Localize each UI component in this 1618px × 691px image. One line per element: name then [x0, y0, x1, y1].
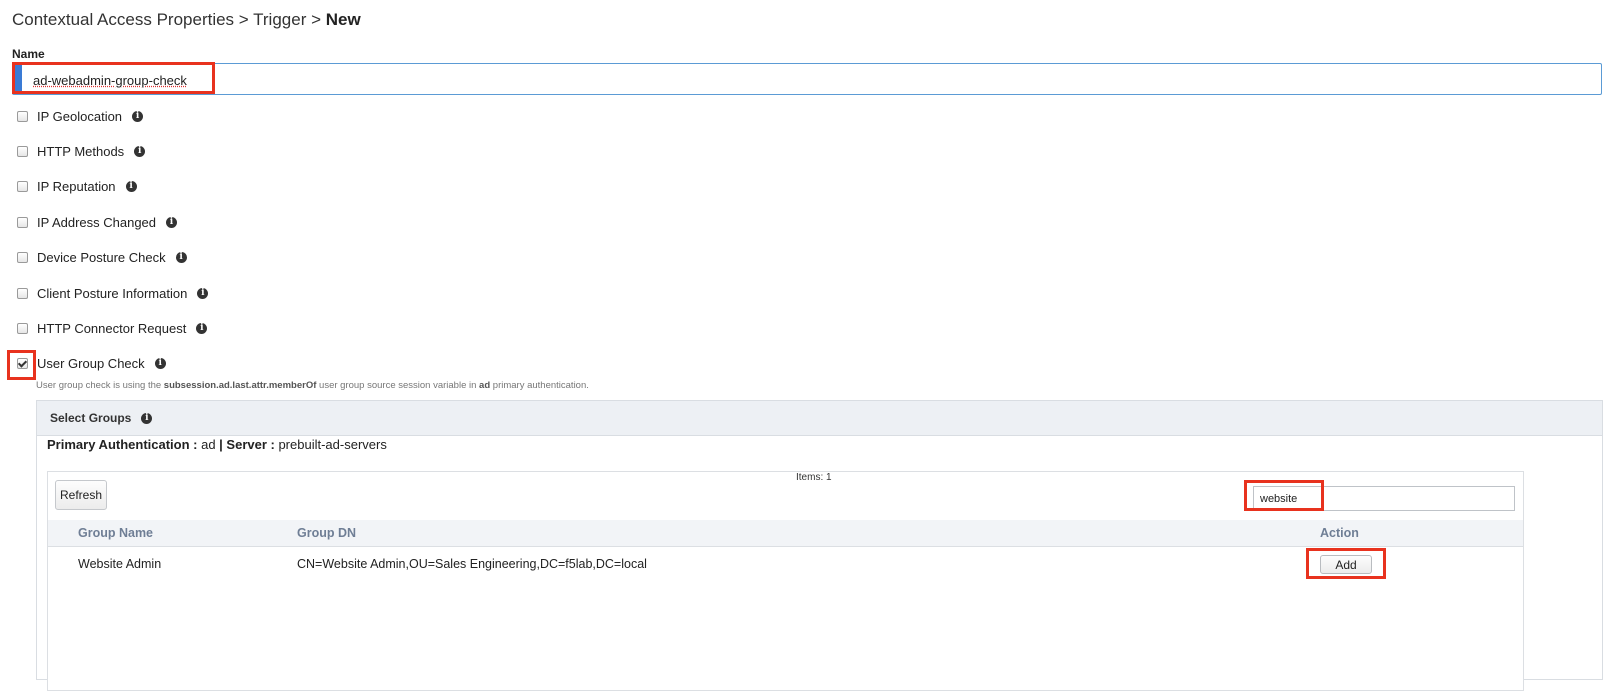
column-header-action: Action — [1320, 526, 1359, 540]
condition-label: HTTP Methods — [37, 143, 125, 159]
table-header: Group Name Group DN Action — [48, 520, 1523, 547]
condition-device-posture-check[interactable]: Device Posture Check i — [17, 247, 187, 267]
refresh-button[interactable]: Refresh — [55, 480, 107, 510]
breadcrumb-item-trigger[interactable]: Trigger — [253, 10, 306, 29]
server-label: | Server : — [219, 437, 275, 452]
condition-label: Device Posture Check — [37, 249, 166, 265]
client-posture-information-checkbox[interactable] — [17, 287, 28, 299]
groups-table: Refresh Items: 1 Group Name Group DN Act… — [47, 471, 1524, 691]
info-icon[interactable]: i — [134, 145, 146, 157]
info-icon[interactable]: i — [132, 110, 144, 122]
hint-auth: ad — [479, 380, 491, 391]
table-row: Website Admin CN=Website Admin,OU=Sales … — [48, 547, 1523, 583]
group-search-input[interactable] — [1253, 486, 1515, 511]
condition-label: HTTP Connector Request — [37, 320, 187, 336]
device-posture-check-checkbox[interactable] — [17, 251, 28, 263]
column-header-group-dn[interactable]: Group DN — [297, 526, 356, 540]
condition-label: IP Geolocation — [37, 108, 123, 124]
auth-label: Primary Authentication : — [47, 437, 198, 452]
hint-variable: subsession.ad.last.attr.memberOf — [163, 380, 317, 391]
name-field-container — [12, 63, 1602, 95]
info-icon[interactable]: i — [166, 216, 178, 228]
breadcrumb: Contextual Access Properties > Trigger >… — [12, 10, 361, 30]
ip-address-changed-checkbox[interactable] — [17, 216, 28, 228]
breadcrumb-item-contextual-access[interactable]: Contextual Access Properties — [12, 10, 234, 29]
http-connector-request-checkbox[interactable] — [17, 322, 28, 334]
info-icon[interactable]: i — [196, 322, 208, 334]
condition-ip-geolocation[interactable]: IP Geolocation i — [17, 106, 144, 126]
primary-auth-line: Primary Authentication : ad | Server : p… — [47, 437, 387, 452]
server-value: prebuilt-ad-servers — [274, 437, 387, 452]
auth-value: ad — [197, 437, 220, 452]
name-field-label: Name — [12, 47, 45, 61]
add-group-button[interactable]: Add — [1320, 555, 1372, 574]
ip-geolocation-checkbox[interactable] — [17, 110, 28, 122]
condition-label: Client Posture Information — [37, 285, 188, 301]
hint-text: primary authentication. — [490, 380, 589, 391]
http-methods-checkbox[interactable] — [17, 145, 28, 157]
info-icon[interactable]: i — [141, 412, 153, 424]
select-groups-header: Select Groups i — [37, 401, 1602, 436]
condition-label: User Group Check — [37, 355, 145, 371]
hint-text: user group source session variable in — [316, 380, 480, 391]
name-input[interactable] — [31, 68, 635, 92]
condition-label: IP Address Changed — [37, 214, 157, 230]
breadcrumb-current: New — [325, 10, 361, 29]
breadcrumb-separator: > — [306, 10, 326, 29]
condition-http-connector-request[interactable]: HTTP Connector Request i — [17, 318, 208, 338]
info-icon[interactable]: i — [175, 251, 187, 263]
items-count: Items: 1 — [796, 472, 832, 483]
hint-text: User group check is using the — [36, 380, 164, 391]
group-dn-cell: CN=Website Admin,OU=Sales Engineering,DC… — [297, 557, 647, 571]
info-icon[interactable]: i — [125, 180, 137, 192]
select-groups-panel: Select Groups i Primary Authentication :… — [36, 400, 1603, 691]
condition-http-methods[interactable]: HTTP Methods i — [17, 141, 146, 161]
input-focus-bar — [13, 64, 22, 94]
condition-ip-reputation[interactable]: IP Reputation i — [17, 176, 137, 196]
ip-reputation-checkbox[interactable] — [17, 180, 28, 192]
select-groups-title: Select Groups — [50, 411, 132, 425]
condition-client-posture-information[interactable]: Client Posture Information i — [17, 283, 209, 303]
group-name-cell: Website Admin — [78, 557, 162, 571]
user-group-check-hint: User group check is using the subsession… — [36, 380, 589, 391]
condition-user-group-check[interactable]: User Group Check i — [17, 353, 166, 373]
info-icon[interactable]: i — [154, 357, 166, 369]
breadcrumb-separator: > — [234, 10, 254, 29]
condition-ip-address-changed[interactable]: IP Address Changed i — [17, 212, 178, 232]
condition-label: IP Reputation — [37, 178, 116, 194]
column-header-group-name[interactable]: Group Name — [78, 526, 153, 540]
user-group-check-checkbox[interactable] — [17, 357, 28, 369]
info-icon[interactable]: i — [197, 287, 209, 299]
